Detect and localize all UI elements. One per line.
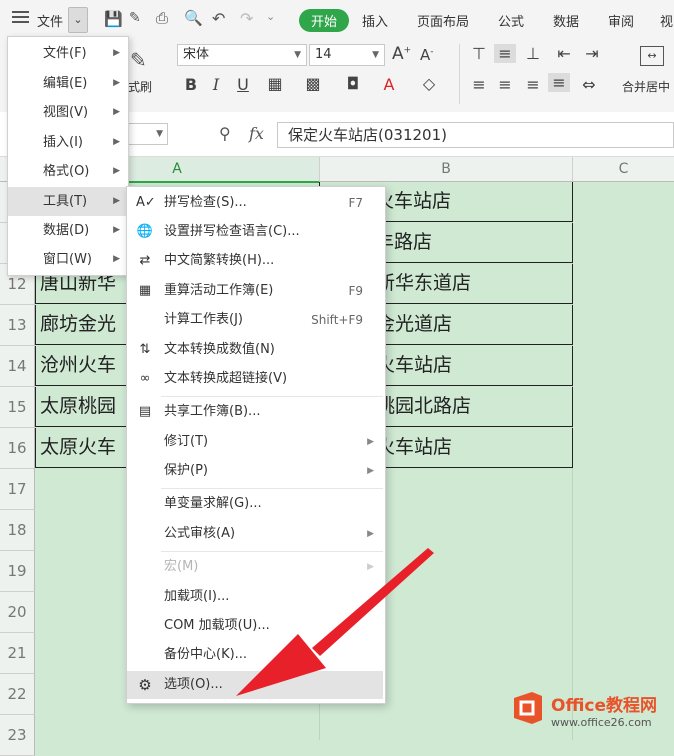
watermark-brand: Office教程网	[551, 696, 658, 716]
watermark-url: www.office26.com	[551, 716, 652, 729]
watermark-logo	[510, 690, 546, 726]
annotation-arrow	[236, 548, 434, 696]
